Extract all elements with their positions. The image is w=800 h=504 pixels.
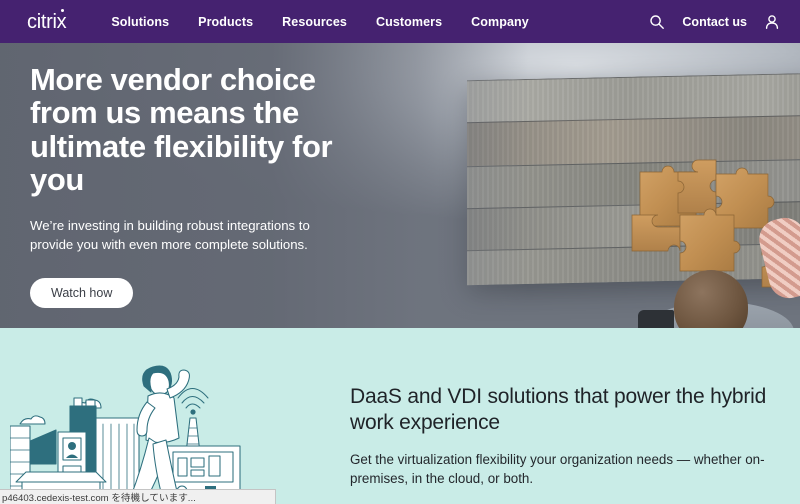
citrix-logo-text: citrix [27, 10, 67, 33]
nav-right-group: Contact us [649, 14, 780, 30]
hero-title: More vendor choice from us means the ult… [30, 62, 333, 198]
nav-item-company[interactable]: Company [471, 15, 529, 29]
section-subtitle: Get the virtualization flexibility your … [350, 451, 765, 486]
hero-banner: More vendor choice from us means the ult… [0, 43, 800, 328]
nav-links: Solutions Products Resources Customers C… [111, 15, 529, 29]
search-icon[interactable] [649, 14, 665, 30]
nav-item-products[interactable]: Products [198, 15, 253, 29]
status-bar-text: p46403.cedexis-test.com を待機しています... [2, 493, 196, 504]
section-content: DaaS and VDI solutions that power the hy… [350, 384, 780, 504]
daas-vdi-section: DaaS and VDI solutions that power the hy… [0, 328, 800, 504]
user-account-icon[interactable] [764, 14, 780, 30]
browser-status-bar: p46403.cedexis-test.com を待機しています... [0, 489, 276, 504]
page-root: citrix Solutions Products Resources Cust… [0, 0, 800, 504]
citrix-logo[interactable]: citrix [27, 8, 67, 33]
contact-us-link[interactable]: Contact us [682, 15, 747, 29]
hero-subtitle: We’re investing in building robust integ… [30, 217, 310, 253]
hero-content: More vendor choice from us means the ult… [30, 62, 380, 309]
nav-item-customers[interactable]: Customers [376, 15, 442, 29]
watch-how-button[interactable]: Watch how [30, 278, 134, 309]
nav-item-solutions[interactable]: Solutions [111, 15, 169, 29]
city-illustration [10, 365, 241, 504]
section-title: DaaS and VDI solutions that power the hy… [350, 385, 767, 435]
citrix-logo-dot [61, 8, 65, 12]
nav-item-resources[interactable]: Resources [282, 15, 347, 29]
main-navigation-bar: citrix Solutions Products Resources Cust… [0, 0, 800, 43]
